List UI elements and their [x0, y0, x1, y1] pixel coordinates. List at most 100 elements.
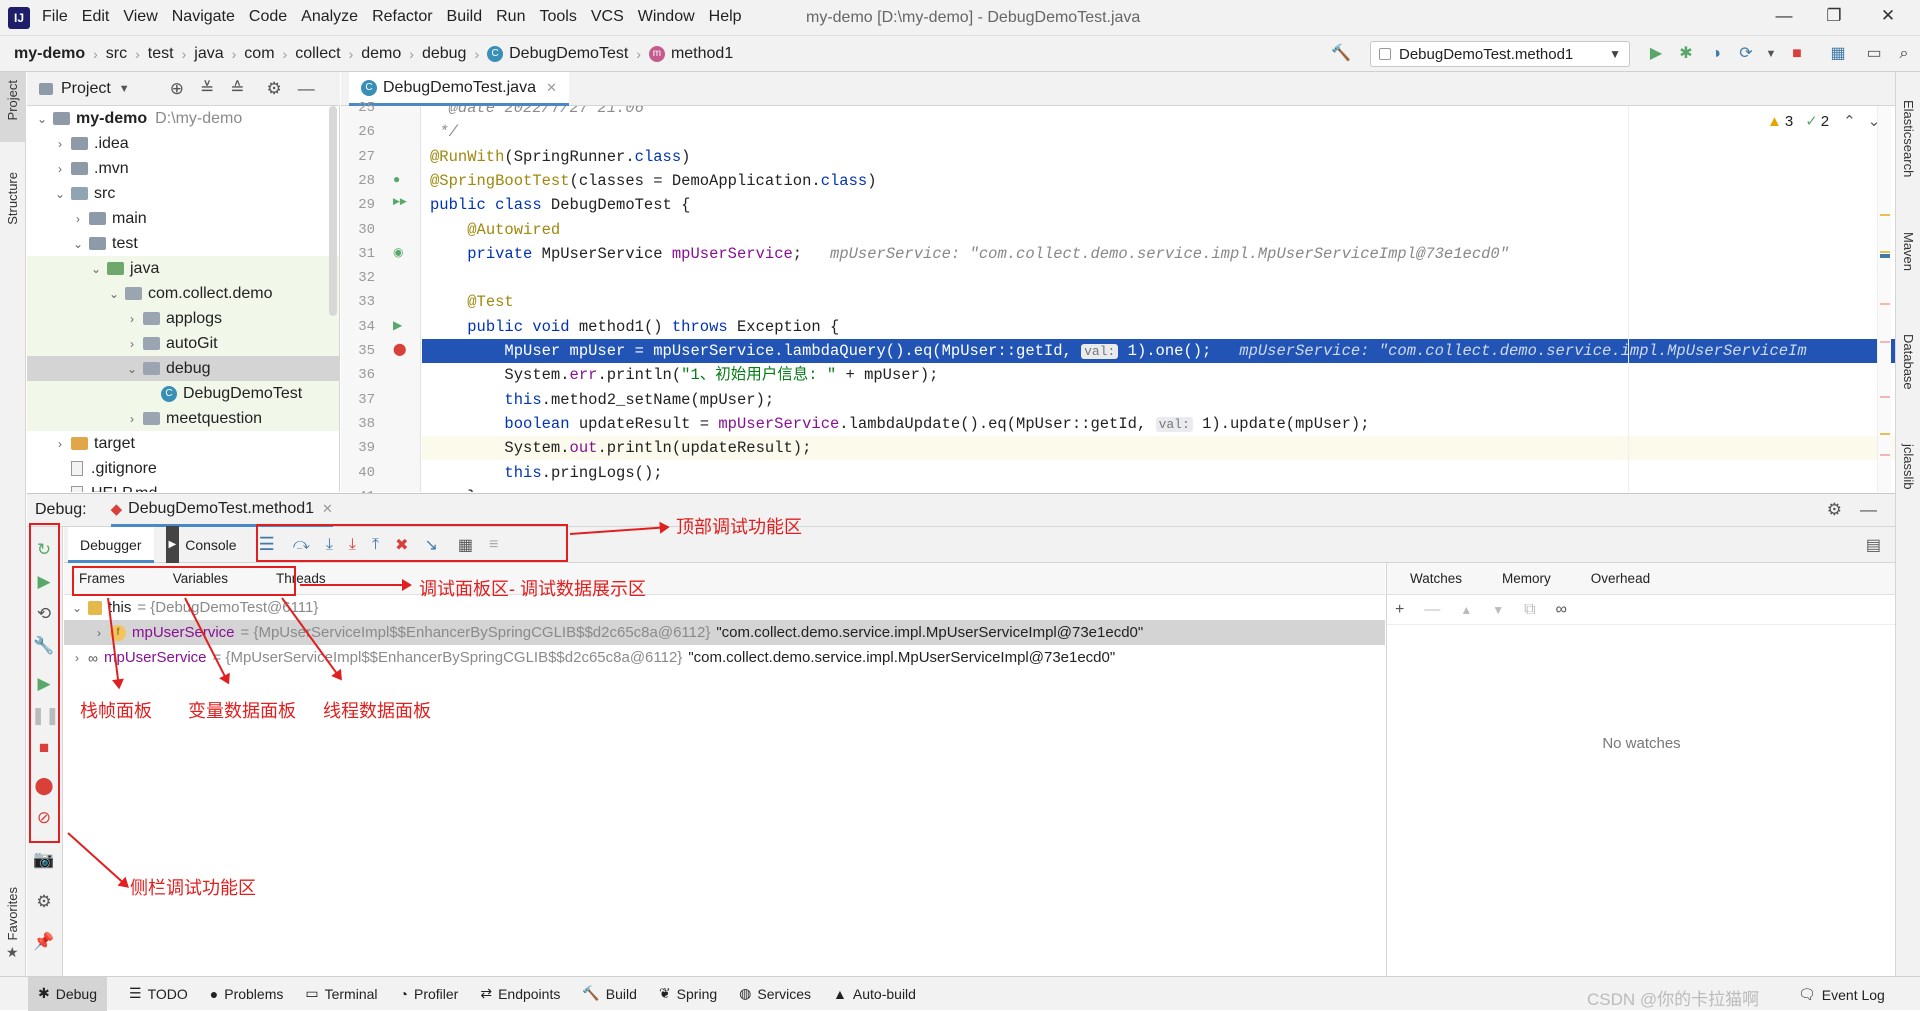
database-tool-tab[interactable]: Database: [1901, 334, 1916, 390]
chevron-down-icon[interactable]: ▼: [119, 83, 130, 95]
move-up-icon[interactable]: ▲: [1460, 603, 1472, 617]
code-line[interactable]: boolean updateResult = mpUserService.lam…: [422, 412, 1895, 436]
toolwindow-profiler[interactable]: ◔ Profiler: [400, 986, 459, 1002]
jclasslib-tool-tab[interactable]: jclasslib: [1901, 444, 1916, 490]
chevron-down-icon[interactable]: ⌄: [70, 601, 84, 615]
menu-analyze[interactable]: Analyze: [301, 8, 358, 26]
run-config-select[interactable]: DebugDemoTest.method1 ▼: [1370, 41, 1630, 67]
maximize-icon[interactable]: ❐: [1816, 6, 1852, 30]
chevron-right-icon[interactable]: ›: [70, 651, 84, 665]
toolwindow-debug[interactable]: ✱ Debug: [28, 976, 107, 1011]
locate-target-icon[interactable]: ⊕: [170, 79, 184, 99]
profile-icon[interactable]: ⟳: [1735, 44, 1757, 64]
code-line[interactable]: System.err.println("1、初始用户信息: " + mpUser…: [422, 363, 1895, 387]
toolwindow-terminal[interactable]: ▭ Terminal: [305, 985, 377, 1002]
tree-item[interactable]: C DebugDemoTest: [27, 381, 339, 406]
remove-watch-icon[interactable]: —: [1424, 601, 1440, 619]
chevron-down-icon[interactable]: ⌄: [53, 187, 67, 201]
gear-icon[interactable]: ⚙: [31, 889, 57, 915]
menu-refactor[interactable]: Refactor: [372, 8, 432, 26]
tree-item[interactable]: ⌄ com.collect.demo: [27, 281, 339, 306]
code-line[interactable]: @SpringBootTest(classes = DemoApplicatio…: [422, 169, 1895, 193]
code-line[interactable]: @RunWith(SpringRunner.class): [422, 145, 1895, 169]
breadcrumb-item[interactable]: src: [106, 45, 127, 63]
move-down-icon[interactable]: ▼: [1492, 603, 1504, 617]
tree-item[interactable]: › .mvn: [27, 156, 339, 181]
project-panel-title[interactable]: Project: [61, 80, 111, 98]
close-icon[interactable]: ✕: [1870, 6, 1906, 30]
tree-item[interactable]: › applogs: [27, 306, 339, 331]
inspection-widget[interactable]: ▲ 3 ✓ 2 ⌃ ⌄: [1767, 112, 1880, 131]
tree-item[interactable]: › autoGit: [27, 331, 339, 356]
chevron-down-icon[interactable]: ⌄: [89, 262, 103, 276]
autowired-icon[interactable]: ◉: [393, 245, 403, 259]
tab-debugger[interactable]: Debugger: [68, 526, 154, 563]
bean-icon[interactable]: ●: [393, 172, 400, 186]
camera-snapshot-icon[interactable]: 📷: [31, 847, 57, 873]
hide-panel-icon[interactable]: —: [298, 79, 315, 99]
menu-navigate[interactable]: Navigate: [172, 8, 235, 26]
tree-item[interactable]: ⌄ src: [27, 181, 339, 206]
chevron-right-icon[interactable]: ›: [53, 162, 67, 176]
menu-vcs[interactable]: VCS: [591, 8, 624, 26]
structure-tool-tab[interactable]: Structure: [5, 172, 20, 225]
tab-watches[interactable]: Watches: [1399, 571, 1473, 586]
toolwindow-endpoints[interactable]: ⇄ Endpoints: [480, 985, 560, 1002]
toolwindow-services[interactable]: ◍ Services: [739, 985, 811, 1002]
build-hammer-icon[interactable]: 🔨: [1330, 44, 1352, 64]
project-structure-icon[interactable]: ▦: [1827, 44, 1849, 64]
menu-help[interactable]: Help: [709, 8, 742, 26]
menu-run[interactable]: Run: [496, 8, 525, 26]
menu-file[interactable]: File: [42, 8, 68, 26]
maven-tool-tab[interactable]: Maven: [1901, 232, 1916, 271]
chevron-right-icon[interactable]: ›: [125, 412, 139, 426]
gear-icon[interactable]: ⚙: [1827, 500, 1842, 520]
menu-edit[interactable]: Edit: [82, 8, 110, 26]
code-line[interactable]: @Test: [422, 290, 1895, 314]
code-line[interactable]: public class DebugDemoTest {: [422, 193, 1895, 217]
debug-bug-icon[interactable]: ✱: [1675, 44, 1697, 64]
chevron-down-icon[interactable]: ⌄: [107, 287, 121, 301]
chevron-down-icon[interactable]: ⌄: [125, 362, 139, 376]
breadcrumb-item[interactable]: java: [194, 45, 223, 63]
breadcrumb-item[interactable]: DebugDemoTest: [509, 45, 628, 63]
code-line[interactable]: private MpUserService mpUserService; mpU…: [422, 242, 1895, 266]
tree-item[interactable]: .gitignore: [27, 456, 339, 481]
breakpoint-icon[interactable]: ⬤: [393, 342, 406, 356]
run-method-icon[interactable]: ▶: [393, 318, 402, 332]
chevron-down-icon[interactable]: ⌄: [71, 237, 85, 251]
expand-all-icon[interactable]: ≚: [200, 79, 214, 99]
stop-icon[interactable]: ■: [1786, 44, 1808, 64]
tree-item[interactable]: › target: [27, 431, 339, 456]
layout-settings-icon[interactable]: ▤: [1866, 535, 1881, 555]
chevron-right-icon[interactable]: ›: [53, 137, 67, 151]
chevron-right-icon[interactable]: ›: [125, 337, 139, 351]
code-line[interactable]: this.method2_setName(mpUser);: [422, 388, 1895, 412]
tree-item[interactable]: ⌄ java: [27, 256, 339, 281]
code-line[interactable]: MpUser mpUser = mpUserService.lambdaQuer…: [422, 339, 1895, 363]
code-line[interactable]: System.out.println(updateResult);: [422, 436, 1895, 461]
add-watch-icon[interactable]: +: [1395, 601, 1404, 619]
chevron-right-icon[interactable]: ›: [92, 626, 106, 640]
tree-item[interactable]: › main: [27, 206, 339, 231]
code-line[interactable]: public void method1() throws Exception {: [422, 315, 1895, 339]
layout-icon[interactable]: ▭: [1863, 44, 1885, 64]
toolwindow-build[interactable]: 🔨 Build: [582, 985, 637, 1002]
close-session-icon[interactable]: ✕: [322, 501, 333, 517]
menu-view[interactable]: View: [123, 8, 157, 26]
toolwindow-todo[interactable]: ☰ TODO: [129, 985, 188, 1002]
chevron-down-icon[interactable]: ⌄: [35, 112, 49, 126]
breadcrumb-item[interactable]: test: [148, 45, 174, 63]
more-run-chevron-icon[interactable]: ▼: [1760, 44, 1782, 64]
tab-memory[interactable]: Memory: [1491, 571, 1562, 586]
code-editor[interactable]: @date 2022/7/27 21:06 */ @RunWith(SpringR…: [422, 106, 1895, 492]
chevron-right-icon[interactable]: ›: [125, 312, 139, 326]
tree-item[interactable]: ⌄ debug: [27, 356, 339, 381]
tree-item[interactable]: HELP.md: [27, 481, 339, 492]
breadcrumb-item[interactable]: method1: [671, 45, 733, 63]
elasticsearch-tool-tab[interactable]: Elasticsearch: [1901, 100, 1916, 177]
close-tab-icon[interactable]: ✕: [546, 80, 557, 96]
code-line[interactable]: this.pringLogs();: [422, 461, 1895, 485]
chevron-right-icon[interactable]: ›: [53, 437, 67, 451]
breadcrumb-item[interactable]: my-demo: [14, 45, 85, 63]
